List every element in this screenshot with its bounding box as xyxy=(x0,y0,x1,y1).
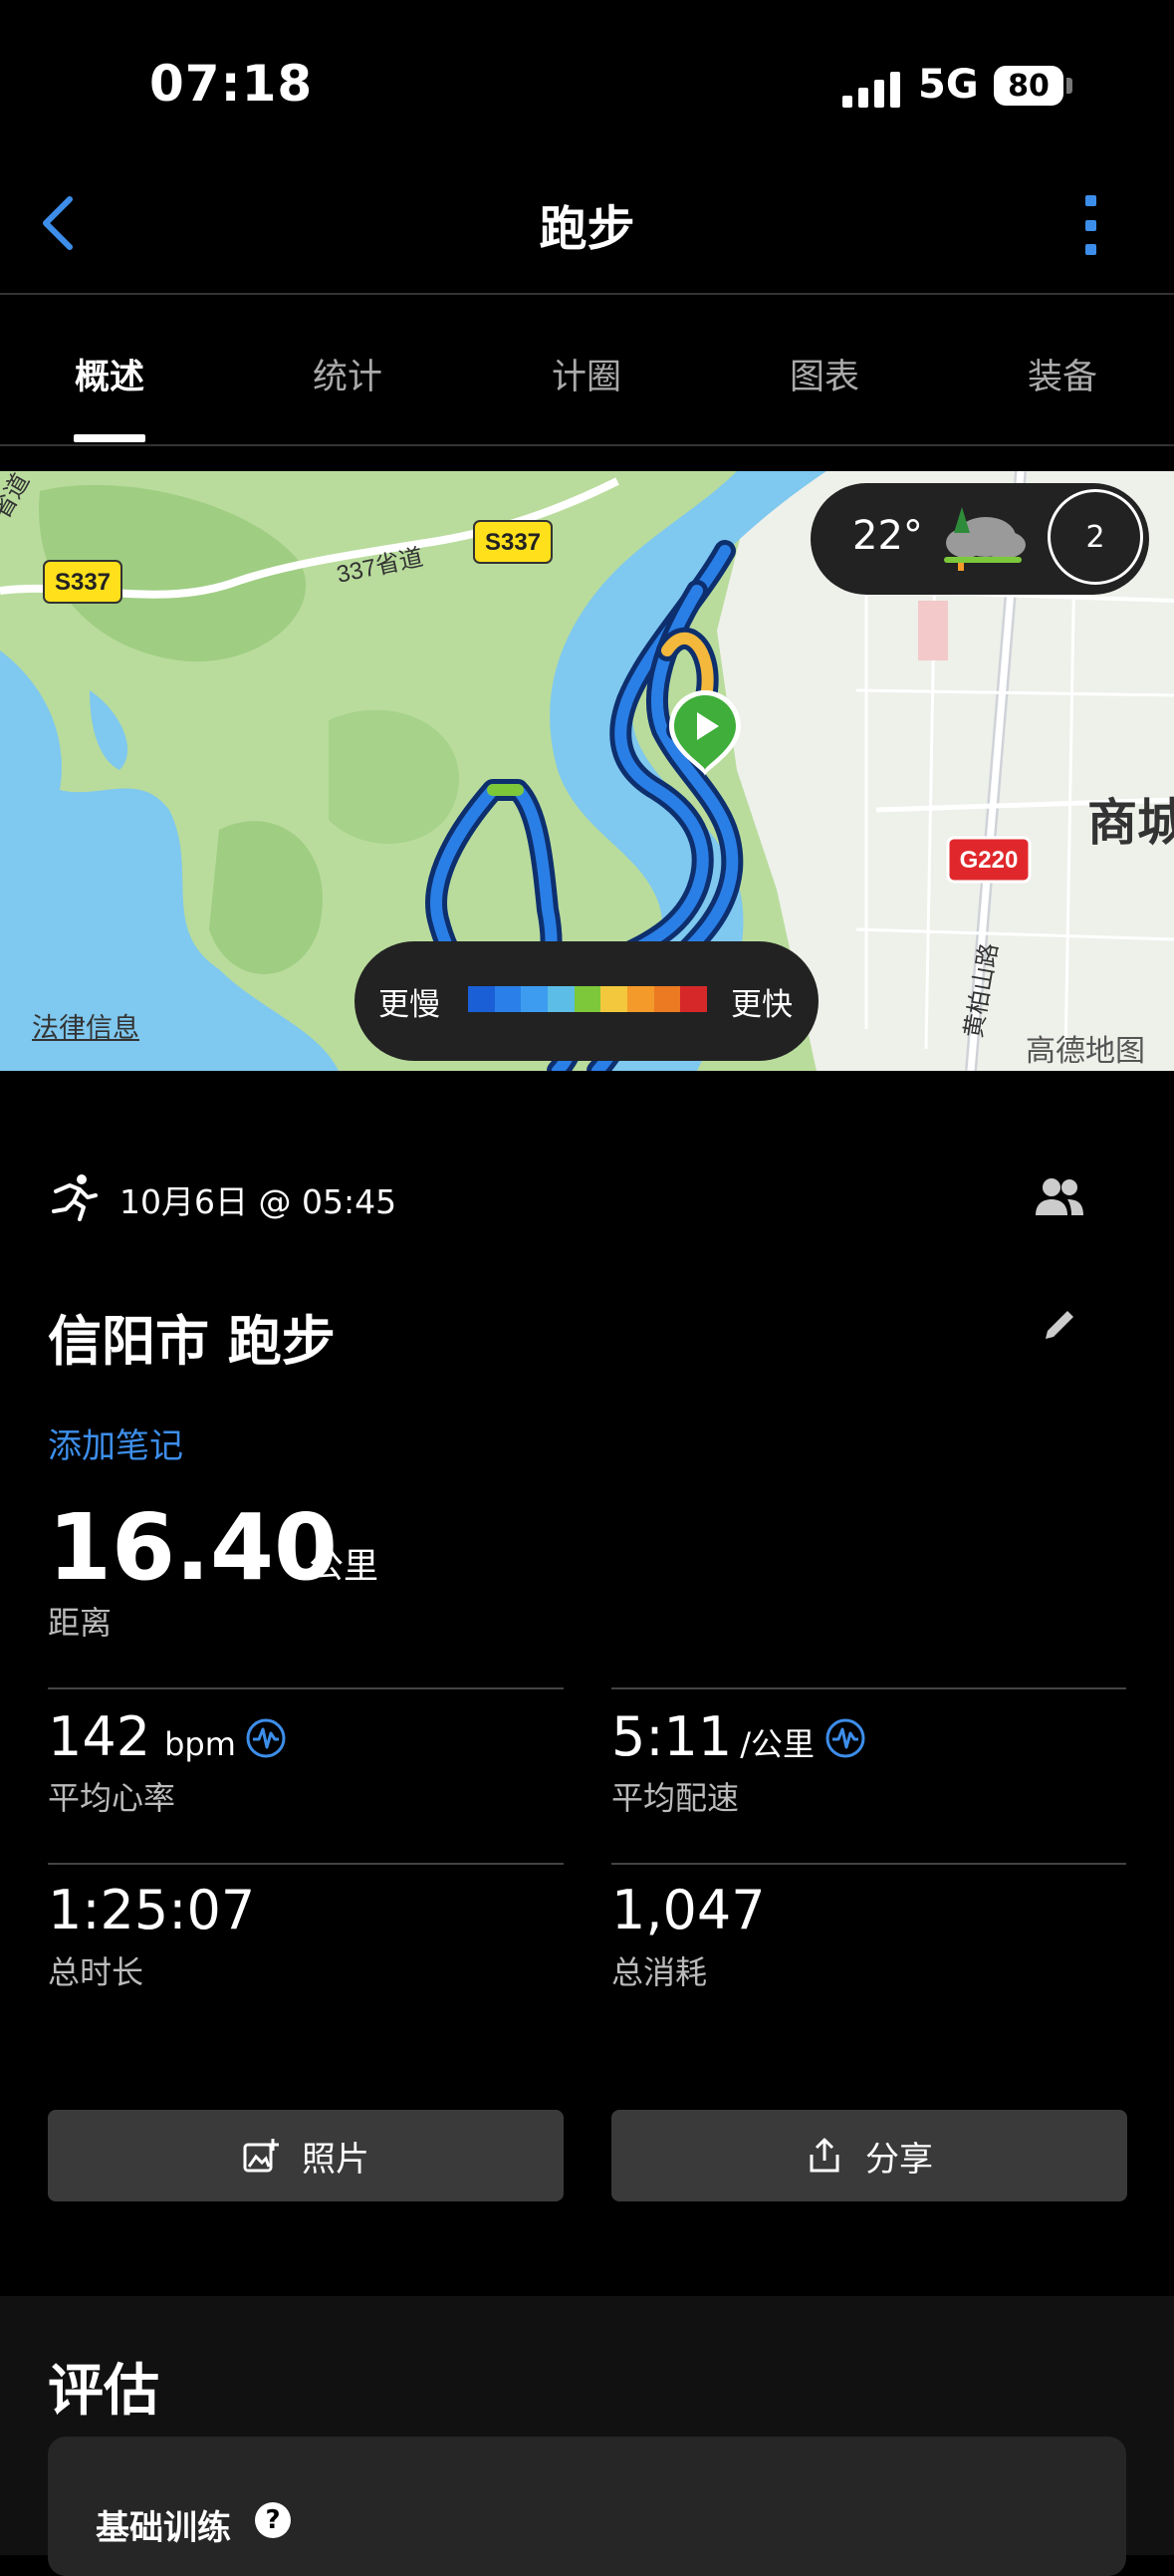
battery-tip xyxy=(1066,78,1072,94)
stat-label: 总消耗 xyxy=(611,1953,708,1991)
road-shield-s337-left: S337 xyxy=(43,560,122,604)
road-shield-g220: G220 xyxy=(946,836,1032,884)
status-time: 07:18 xyxy=(149,55,314,113)
divider xyxy=(611,1687,1126,1689)
legend-fast-label: 更快 xyxy=(731,987,793,1023)
stat-unit: bpm xyxy=(164,1725,236,1763)
map-label-shangcheng: 商城 xyxy=(1087,795,1174,851)
temperature-label: 22° xyxy=(852,513,923,559)
cellular-signal-icon xyxy=(842,68,902,108)
road-shield-s337-right: S337 xyxy=(473,520,553,564)
legend-slow-label: 更慢 xyxy=(378,987,440,1023)
pace-gradient-bar xyxy=(468,986,708,1012)
total-calories-value: 1,047 xyxy=(611,1879,766,1941)
base-training-label: 基础训练 xyxy=(96,2508,231,2548)
stat-label: 平均配速 xyxy=(611,1779,740,1817)
activity-title: 信阳市 跑步 xyxy=(48,1310,336,1373)
activity-date: 10月6日 @ 05:45 xyxy=(119,1182,397,1221)
battery-icon: 80 xyxy=(994,66,1063,106)
add-photo-icon xyxy=(243,2139,279,2173)
map-label-s337-b: S337 xyxy=(485,529,541,556)
add-photo-button[interactable]: 照片 xyxy=(48,2110,564,2201)
heart-rate-wave-icon[interactable] xyxy=(245,1717,287,1759)
network-type: 5G xyxy=(918,62,979,108)
stat-label: 总时长 xyxy=(48,1953,144,1991)
pace-wave-icon[interactable] xyxy=(824,1717,866,1759)
divider xyxy=(48,1863,564,1865)
distance-unit: 公里 xyxy=(309,1547,379,1587)
stat-unit: /公里 xyxy=(740,1725,816,1763)
cloudy-rain-icon xyxy=(944,507,1026,571)
legal-info-link[interactable]: 法律信息 xyxy=(32,1006,139,1045)
share-button[interactable]: 分享 xyxy=(611,2110,1127,2201)
stat-label: 平均心率 xyxy=(48,1779,176,1817)
divider xyxy=(0,444,1174,446)
share-button-label: 分享 xyxy=(865,2139,933,2180)
tab-charts[interactable]: 图表 xyxy=(740,349,909,399)
avg-heart-rate-stat: 142 bpm xyxy=(48,1705,236,1768)
map-label-g220: G220 xyxy=(960,847,1019,874)
pencil-icon[interactable] xyxy=(1040,1305,1079,1345)
tab-gear[interactable]: 装备 xyxy=(978,349,1147,399)
tab-laps[interactable]: 计圈 xyxy=(502,349,671,399)
photo-button-label: 照片 xyxy=(302,2139,369,2180)
active-tab-indicator xyxy=(74,434,145,442)
tab-stats[interactable]: 统计 xyxy=(263,349,432,399)
avg-pace-stat: 5:11 /公里 xyxy=(611,1705,815,1768)
tab-overview[interactable]: 概述 xyxy=(25,349,194,399)
total-time-value: 1:25:07 xyxy=(48,1879,256,1941)
help-icon[interactable]: ? xyxy=(255,2502,291,2538)
running-icon xyxy=(52,1174,98,1221)
evaluation-title: 评估 xyxy=(48,2359,159,2424)
map-label-s337-a: S337 xyxy=(55,569,111,596)
map-provider-label: 高德地图 xyxy=(1026,1034,1145,1069)
share-icon xyxy=(810,2138,839,2173)
divider xyxy=(0,293,1174,295)
add-note-link[interactable]: 添加笔记 xyxy=(48,1418,183,1467)
stat-value: 142 xyxy=(48,1705,151,1768)
page-title: 跑步 xyxy=(539,201,635,257)
people-icon[interactable] xyxy=(1034,1175,1085,1219)
divider xyxy=(611,1863,1126,1865)
distance-label: 距离 xyxy=(48,1604,113,1642)
divider xyxy=(48,1687,564,1689)
more-menu-icon[interactable] xyxy=(1083,195,1097,255)
wind-speed-indicator: 2 xyxy=(1048,489,1143,585)
stat-value: 5:11 xyxy=(611,1705,733,1768)
distance-value: 16.40 xyxy=(48,1494,339,1601)
